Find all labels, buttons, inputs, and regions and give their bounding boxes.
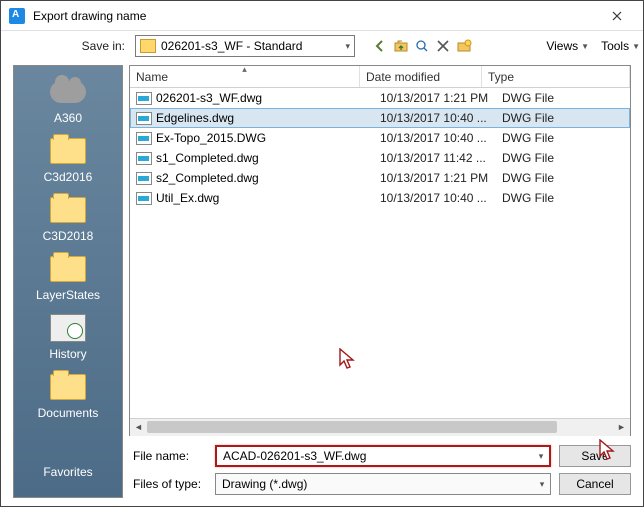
file-row[interactable]: 026201-s3_WF.dwg10/13/2017 1:21 PMDWG Fi… xyxy=(130,88,630,108)
horizontal-scrollbar[interactable]: ◄ ► xyxy=(130,418,630,435)
save-in-dropdown[interactable]: 026201-s3_WF - Standard ▾ xyxy=(135,35,355,57)
dwg-file-icon xyxy=(136,172,152,185)
toolbar: Save in: 026201-s3_WF - Standard ▾ Views… xyxy=(1,31,643,61)
folder-icon xyxy=(48,371,88,403)
scroll-left-button[interactable]: ◄ xyxy=(130,419,147,436)
file-type: DWG File xyxy=(502,151,630,165)
chevron-down-icon: ▾ xyxy=(345,41,350,52)
file-name: Ex-Topo_2015.DWG xyxy=(156,131,380,145)
dwg-file-icon xyxy=(136,92,152,105)
file-type: DWG File xyxy=(502,171,630,185)
file-name: s2_Completed.dwg xyxy=(156,171,380,185)
create-new-folder-button[interactable] xyxy=(455,37,473,55)
star-icon xyxy=(48,430,88,462)
chevron-down-icon: ▼ xyxy=(632,42,640,51)
folder-icon xyxy=(140,39,156,53)
place-c3d2018[interactable]: C3D2018 xyxy=(14,194,122,243)
window-title: Export drawing name xyxy=(33,9,599,23)
file-date: 10/13/2017 1:21 PM xyxy=(380,171,502,185)
save-button[interactable]: Save xyxy=(559,445,631,467)
file-date: 10/13/2017 10:40 ... xyxy=(380,111,502,125)
tools-menu[interactable]: Tools ▼ xyxy=(598,39,643,53)
save-in-label: Save in: xyxy=(75,39,129,53)
file-row[interactable]: Util_Ex.dwg10/13/2017 10:40 ...DWG File xyxy=(130,188,630,208)
chevron-down-icon: ▼ xyxy=(581,42,589,51)
column-headers: Name Date modified Type xyxy=(130,66,630,88)
views-label: Views xyxy=(546,39,578,53)
place-documents[interactable]: Documents xyxy=(14,371,122,420)
folder-icon xyxy=(48,253,88,285)
column-header-type[interactable]: Type xyxy=(482,66,630,87)
file-date: 10/13/2017 1:21 PM xyxy=(380,91,502,105)
chevron-down-icon[interactable]: ▾ xyxy=(533,451,549,462)
column-header-date[interactable]: Date modified xyxy=(360,66,482,87)
views-menu[interactable]: Views ▼ xyxy=(543,39,592,53)
file-row[interactable]: s1_Completed.dwg10/13/2017 11:42 ...DWG … xyxy=(130,148,630,168)
dwg-file-icon xyxy=(136,132,152,145)
scroll-right-button[interactable]: ► xyxy=(613,419,630,436)
clock-icon xyxy=(48,312,88,344)
filetype-dropdown[interactable]: Drawing (*.dwg) ▾ xyxy=(215,473,551,495)
close-button[interactable] xyxy=(599,2,635,30)
title-bar: Export drawing name xyxy=(1,1,643,31)
tools-label: Tools xyxy=(601,39,629,53)
file-type: DWG File xyxy=(502,191,630,205)
dwg-file-icon xyxy=(136,192,152,205)
file-date: 10/13/2017 10:40 ... xyxy=(380,191,502,205)
place-layerstates[interactable]: LayerStates xyxy=(14,253,122,302)
place-label: A360 xyxy=(54,111,82,125)
place-a360[interactable]: A360 xyxy=(14,76,122,125)
folder-icon xyxy=(48,135,88,167)
filename-combobox[interactable]: ▾ xyxy=(215,445,551,467)
current-folder-text: 026201-s3_WF - Standard xyxy=(161,39,302,53)
folder-icon xyxy=(48,194,88,226)
file-date: 10/13/2017 10:40 ... xyxy=(380,131,502,145)
dwg-file-icon xyxy=(136,152,152,165)
delete-button[interactable] xyxy=(434,37,452,55)
file-type: DWG File xyxy=(502,91,630,105)
back-button[interactable] xyxy=(371,37,389,55)
filetype-value: Drawing (*.dwg) xyxy=(216,477,534,491)
file-list: Name Date modified Type 026201-s3_WF.dwg… xyxy=(129,65,631,436)
filename-label: File name: xyxy=(129,449,207,463)
places-sidebar: A360 C3d2016 C3D2018 LayerStates History Docu… xyxy=(13,65,123,498)
cancel-button[interactable]: Cancel xyxy=(559,473,631,495)
file-type: DWG File xyxy=(502,131,630,145)
place-label: C3d2016 xyxy=(44,170,93,184)
place-c3d2016[interactable]: C3d2016 xyxy=(14,135,122,184)
place-label: Documents xyxy=(38,406,99,420)
scroll-track[interactable] xyxy=(147,419,613,436)
filetype-label: Files of type: xyxy=(129,477,207,491)
file-name: s1_Completed.dwg xyxy=(156,151,380,165)
app-icon xyxy=(9,8,25,24)
column-header-name[interactable]: Name xyxy=(130,66,360,87)
file-type: DWG File xyxy=(502,111,629,125)
cloud-icon xyxy=(48,76,88,108)
place-label: LayerStates xyxy=(36,288,100,302)
place-label: Favorites xyxy=(43,465,92,479)
search-web-button[interactable] xyxy=(413,37,431,55)
file-row[interactable]: Ex-Topo_2015.DWG10/13/2017 10:40 ...DWG … xyxy=(130,128,630,148)
file-row[interactable]: s2_Completed.dwg10/13/2017 1:21 PMDWG Fi… xyxy=(130,168,630,188)
place-history[interactable]: History xyxy=(14,312,122,361)
chevron-down-icon[interactable]: ▾ xyxy=(534,479,550,490)
file-date: 10/13/2017 11:42 ... xyxy=(380,151,502,165)
dwg-file-icon xyxy=(136,112,152,125)
file-name: 026201-s3_WF.dwg xyxy=(156,91,380,105)
scroll-thumb[interactable] xyxy=(147,421,557,433)
place-favorites[interactable]: Favorites xyxy=(14,430,122,479)
filename-input[interactable] xyxy=(217,447,533,465)
file-name: Util_Ex.dwg xyxy=(156,191,380,205)
file-row[interactable]: Edgelines.dwg10/13/2017 10:40 ...DWG Fil… xyxy=(130,108,630,128)
place-label: C3D2018 xyxy=(43,229,94,243)
file-name: Edgelines.dwg xyxy=(156,111,380,125)
up-one-level-button[interactable] xyxy=(392,37,410,55)
place-label: History xyxy=(49,347,86,361)
